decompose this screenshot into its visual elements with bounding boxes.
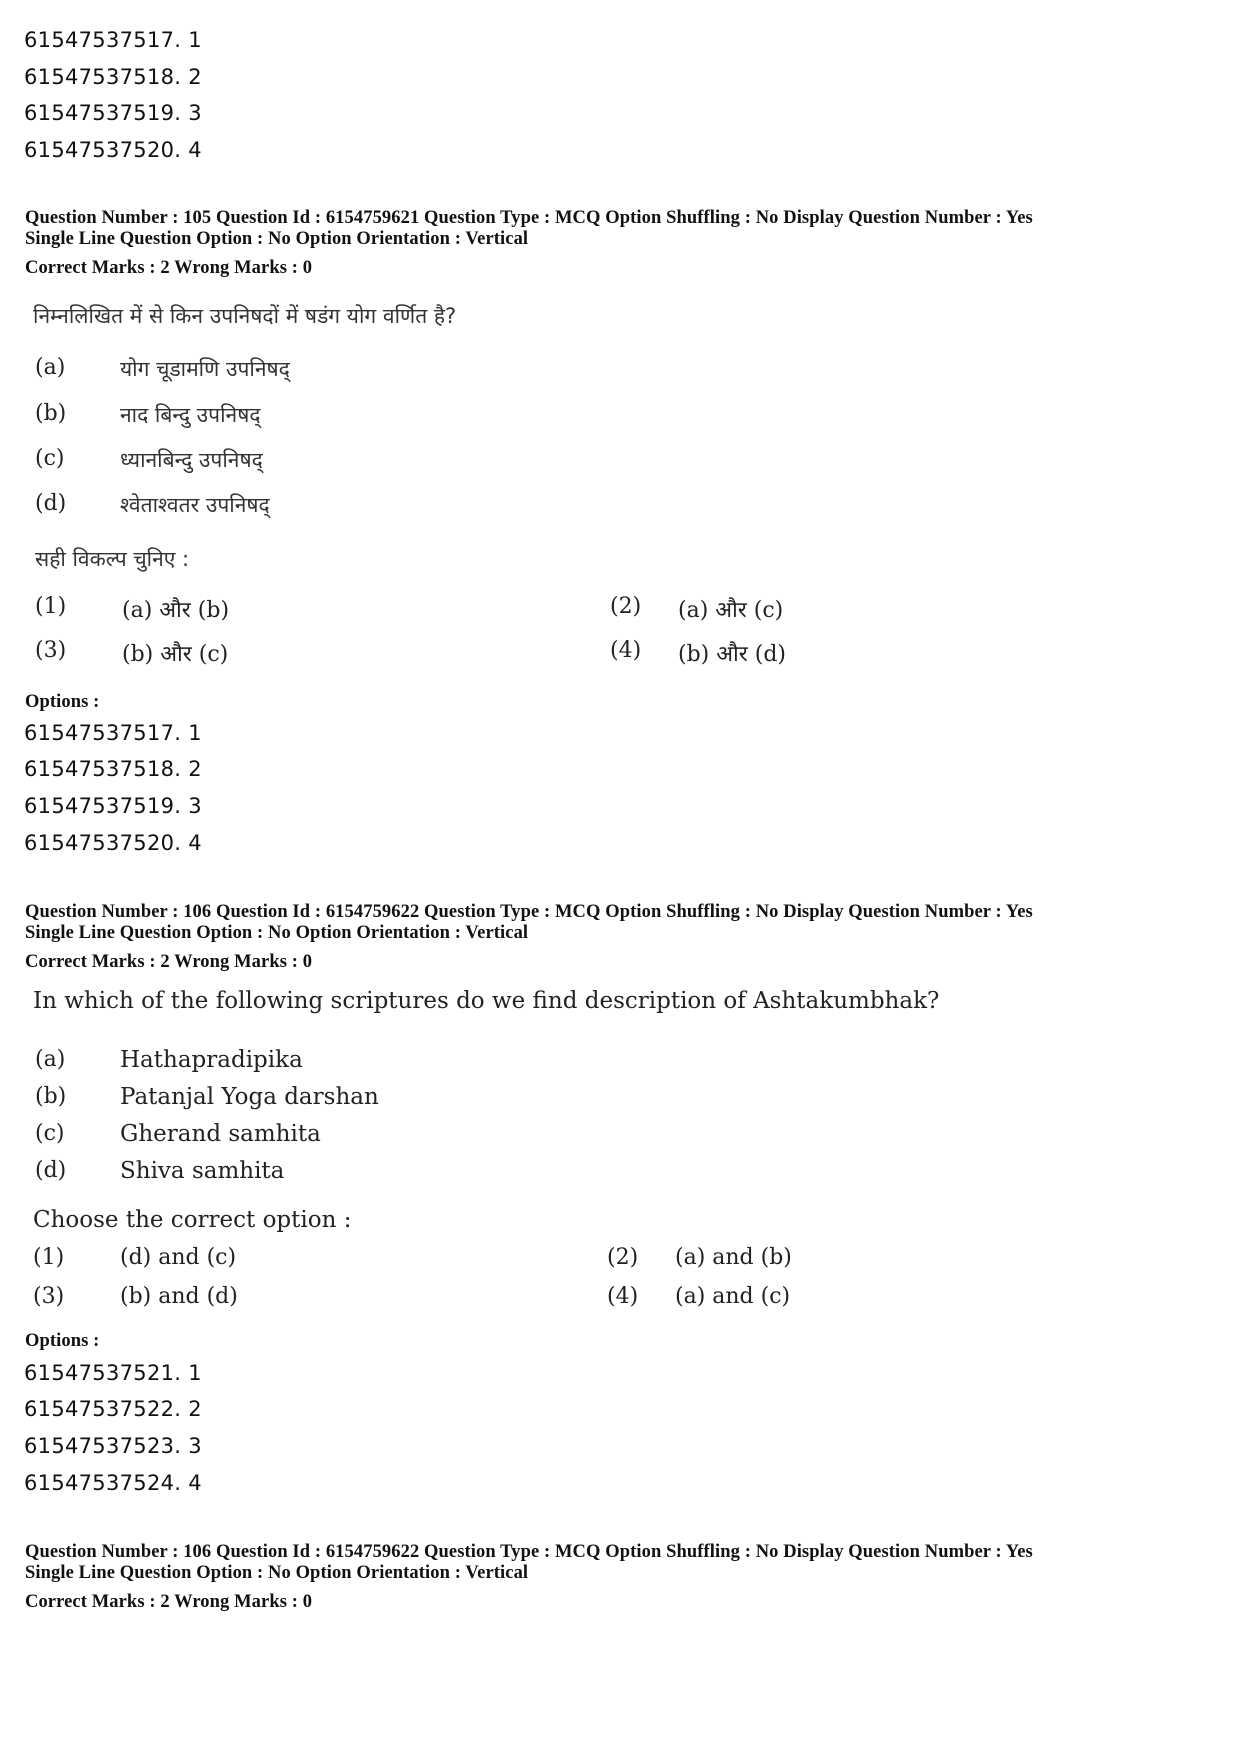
question-header-line2: Single Line Question Option : No Option … xyxy=(25,1563,529,1583)
option-id-line: 61547537524. 4 xyxy=(24,1471,202,1495)
item-text: Shiva samhita xyxy=(120,1158,285,1184)
item-label: (a) xyxy=(35,355,66,380)
choice-number: (3) xyxy=(35,638,67,663)
option-id-line: 61547537518. 2 xyxy=(24,757,202,781)
choice-number: (3) xyxy=(33,1284,65,1309)
item-text: श्वेताश्वतर उपनिषद् xyxy=(120,493,270,517)
item-label: (b) xyxy=(35,401,67,426)
marks-line: Correct Marks : 2 Wrong Marks : 0 xyxy=(25,952,313,972)
item-label: (c) xyxy=(35,1121,65,1146)
choice-text: (b) and (d) xyxy=(120,1284,238,1309)
choice-number: (1) xyxy=(35,594,67,619)
option-id-line: 61547537521. 1 xyxy=(24,1361,202,1385)
choose-prompt: सही विकल्प चुनिए : xyxy=(35,547,190,571)
question-header-line2: Single Line Question Option : No Option … xyxy=(25,923,529,943)
item-label: (d) xyxy=(35,1158,67,1183)
marks-line: Correct Marks : 2 Wrong Marks : 0 xyxy=(25,258,313,278)
item-label: (a) xyxy=(35,1047,66,1072)
choice-number: (2) xyxy=(607,1245,639,1270)
option-id-line: 61547537517. 1 xyxy=(24,28,202,52)
question-header-line2: Single Line Question Option : No Option … xyxy=(25,229,529,249)
question-header-line1: Question Number : 105 Question Id : 6154… xyxy=(25,208,1033,228)
choice-text: (b) और (c) xyxy=(122,642,229,667)
item-text: ध्यानबिन्दु उपनिषद् xyxy=(120,448,263,472)
choose-prompt: Choose the correct option : xyxy=(33,1207,352,1233)
item-text: Patanjal Yoga darshan xyxy=(120,1084,379,1110)
options-label: Options : xyxy=(25,692,100,712)
option-id-line: 61547537520. 4 xyxy=(24,831,202,855)
item-label: (b) xyxy=(35,1084,67,1109)
option-id-line: 61547537522. 2 xyxy=(24,1397,202,1421)
choice-number: (4) xyxy=(610,638,642,663)
option-id-line: 61547537519. 3 xyxy=(24,101,202,125)
choice-text: (a) and (b) xyxy=(675,1245,792,1270)
item-text: नाद बिन्दु उपनिषद् xyxy=(120,403,261,427)
choice-text: (a) और (c) xyxy=(678,598,784,623)
option-id-line: 61547537517. 1 xyxy=(24,721,202,745)
option-id-line: 61547537520. 4 xyxy=(24,138,202,162)
item-label: (d) xyxy=(35,491,67,516)
option-id-line: 61547537518. 2 xyxy=(24,65,202,89)
marks-line: Correct Marks : 2 Wrong Marks : 0 xyxy=(25,1592,313,1612)
item-label: (c) xyxy=(35,446,65,471)
choice-text: (a) and (c) xyxy=(675,1284,791,1309)
options-label: Options : xyxy=(25,1331,100,1351)
choice-text: (d) and (c) xyxy=(120,1245,237,1270)
item-text: योग चूडामणि उपनिषद् xyxy=(120,357,290,381)
question-text: निम्नलिखित में से किन उपनिषदों में षडंग … xyxy=(33,304,457,328)
choice-number: (2) xyxy=(610,594,642,619)
question-header-line1: Question Number : 106 Question Id : 6154… xyxy=(25,1542,1033,1562)
choice-text: (a) और (b) xyxy=(122,598,230,623)
question-header-line1: Question Number : 106 Question Id : 6154… xyxy=(25,902,1033,922)
choice-number: (1) xyxy=(33,1245,65,1270)
option-id-line: 61547537519. 3 xyxy=(24,794,202,818)
choice-number: (4) xyxy=(607,1284,639,1309)
question-text: In which of the following scriptures do … xyxy=(33,988,940,1014)
item-text: Hathapradipika xyxy=(120,1047,303,1073)
choice-text: (b) और (d) xyxy=(678,642,786,667)
item-text: Gherand samhita xyxy=(120,1121,321,1147)
option-id-line: 61547537523. 3 xyxy=(24,1434,202,1458)
